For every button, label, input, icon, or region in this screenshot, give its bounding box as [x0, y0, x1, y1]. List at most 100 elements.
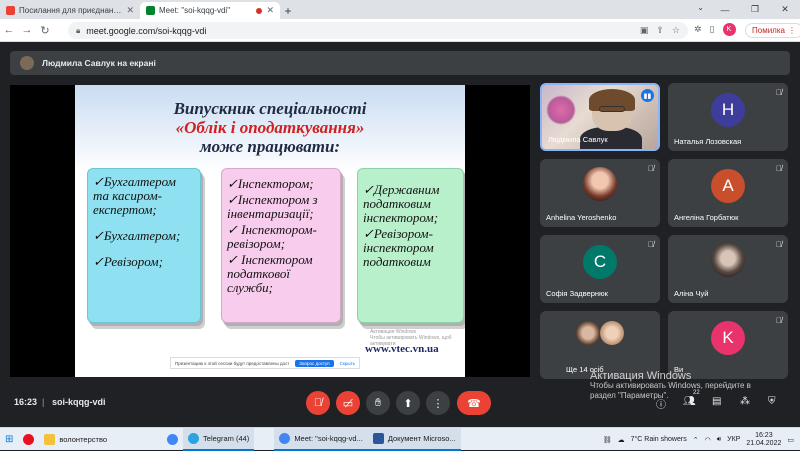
taskbar-telegram[interactable]: Telegram (44) — [183, 427, 255, 451]
participant-thumb — [576, 321, 600, 345]
card-item: ✓Державним податковим інспектором; — [363, 182, 440, 225]
camera-permission-icon[interactable]: ▣ — [640, 25, 649, 36]
network-share-icon[interactable]: ⛓ — [603, 436, 612, 444]
camera-toggle-button[interactable]: ▭̸ — [336, 391, 360, 415]
camera-off-icon: ▭̸ — [342, 397, 354, 410]
taskbar-chrome[interactable] — [162, 428, 183, 451]
participant-name: Софія Задвернюк — [546, 289, 608, 298]
participant-tile[interactable]: 🎙̸ А Ангеліна Горбатюк — [668, 159, 788, 227]
taskbar-label: Meet: "soi-kqqg-vd... — [294, 433, 363, 443]
forward-icon[interactable]: → — [18, 24, 36, 36]
back-icon[interactable]: ← — [0, 24, 18, 36]
lock-icon[interactable]: 🔒︎ — [76, 26, 80, 36]
minimize-icon[interactable]: — — [710, 0, 740, 19]
windows-activation-title: Активация Windows — [590, 370, 692, 382]
weather-text[interactable]: 7°C Rain showers — [631, 436, 687, 443]
language-indicator[interactable]: УКР — [727, 436, 740, 443]
browser-tab-1[interactable]: Посилання для приєднання до ... ✕ — [0, 2, 140, 19]
card-item: ✓Ревізором-інспектором податковим — [363, 226, 434, 269]
chat-icon[interactable]: ▤ — [712, 396, 721, 407]
participant-photo — [711, 243, 745, 277]
wifi-icon[interactable]: ◠ — [705, 436, 711, 444]
meet-icon — [146, 6, 155, 15]
close-icon[interactable]: ✕ — [126, 5, 134, 16]
opera-icon — [23, 433, 35, 445]
clock-date: 21.04.2022 — [746, 439, 782, 447]
tab-search-icon[interactable]: ⌄ — [697, 3, 704, 12]
participant-thumb — [600, 321, 624, 345]
gmail-icon — [6, 6, 15, 15]
taskbar-folder[interactable]: волонтерство — [39, 428, 112, 451]
profile-avatar[interactable]: K — [722, 23, 736, 36]
taskbar-word[interactable]: Документ Microso... — [367, 427, 461, 451]
host-controls-icon[interactable]: ⛨ — [768, 396, 776, 407]
participant-photo — [583, 167, 617, 201]
participant-avatar: А — [711, 169, 745, 203]
chrome-icon — [279, 432, 291, 444]
speaking-indicator-icon: ▮▮ — [641, 89, 654, 102]
participant-tile[interactable]: 🎙̸ Аліна Чуй — [668, 235, 788, 303]
participant-avatar: K — [711, 321, 745, 355]
word-icon — [372, 432, 384, 444]
info-icon[interactable]: ⓘ — [656, 396, 666, 411]
bookmark-star-icon[interactable]: ☆ — [672, 25, 680, 36]
self-tile[interactable]: 🎙̸ K Ви — [668, 311, 788, 379]
mic-off-icon: 🎙̸ — [776, 240, 782, 249]
card-item: ✓Інспектором з інвентаризації; — [227, 192, 318, 221]
meeting-code: soi-kqqg-vdi — [52, 397, 106, 407]
taskbar-label: волонтерство — [59, 434, 108, 444]
participants-count: 22 — [693, 390, 700, 396]
side-panel-icon[interactable]: ▯ — [710, 24, 715, 35]
mic-off-icon: 🎙̸ — [776, 88, 782, 97]
url-input[interactable]: 🔒︎ meet.google.com/soi-kqqg-vdi ▣ ⇪ ☆ — [68, 22, 688, 39]
extensions-area: ✲ ▯ K — [694, 23, 736, 36]
participant-tile[interactable]: 🎙̸ С Софія Задвернюк — [540, 235, 660, 303]
hide-link[interactable]: Скрыть — [340, 361, 355, 366]
maximize-icon[interactable]: ❐ — [740, 0, 770, 19]
participant-tile[interactable]: 🎙̸ Н Наталья Лозовская — [668, 83, 788, 151]
mic-off-icon: 🎙̸ — [648, 240, 654, 249]
new-tab-button[interactable]: + — [280, 2, 296, 19]
card-item: ✓Інспектором; — [227, 176, 314, 191]
tray-chevron-icon[interactable]: ⌃ — [693, 436, 699, 444]
request-access-button[interactable]: Запрос доступ — [295, 359, 334, 367]
presentation-slide: Випускник спеціальності «Облік і оподатк… — [75, 85, 465, 377]
taskbar-label: Telegram (44) — [203, 433, 250, 443]
more-participants-tile[interactable]: Ще 14 осіб — [540, 311, 660, 379]
access-bar-text: Презентацию к этой сессии будут предоста… — [175, 360, 289, 366]
more-options-button[interactable]: ⋮ — [426, 391, 450, 415]
close-window-icon[interactable]: ✕ — [770, 0, 800, 19]
share-icon[interactable]: ⇪ — [656, 25, 664, 36]
taskbar-label: Документ Microso... — [387, 433, 456, 443]
reload-icon[interactable]: ↻ — [36, 24, 54, 37]
people-icon[interactable]: 👥︎ — [683, 396, 696, 407]
volume-icon[interactable]: 🔊︎ — [717, 436, 721, 444]
taskbar-opera[interactable] — [18, 428, 39, 451]
windows-taskbar: ⊞ волонтерство Telegram (44) Meet: "soi-… — [0, 427, 800, 451]
slide-card-accountant: ✓Бухгалтером та касиром-експертом; ✓Бухг… — [87, 168, 201, 323]
participant-tile-presenter[interactable]: ▮▮ Людмила Савлук — [540, 83, 660, 151]
mic-toggle-button[interactable]: 🎙̸ — [306, 391, 330, 415]
error-button[interactable]: Помилка ⋮ — [745, 23, 800, 38]
presentation-stage[interactable]: Випускник спеціальності «Облік і оподатк… — [10, 85, 530, 377]
extensions-icon[interactable]: ✲ — [694, 24, 702, 35]
leave-call-button[interactable]: ☎︎ — [457, 391, 491, 415]
card-item: ✓ Інспектором податкової служби; — [227, 252, 313, 295]
participant-tile[interactable]: 🎙̸ Anhelina Yeroshenko — [540, 159, 660, 227]
notifications-icon[interactable]: ▭ — [787, 436, 794, 444]
present-button[interactable]: ⬆︎ — [396, 391, 420, 415]
window-controls: — ❐ ✕ — [710, 0, 800, 19]
taskbar-meet[interactable]: Meet: "soi-kqqg-vd... — [274, 427, 368, 451]
close-icon[interactable]: ✕ — [266, 5, 274, 16]
browser-tab-2[interactable]: Meet: "soi-kqqg-vdi" ✕ — [140, 2, 280, 19]
folder-icon — [44, 433, 56, 445]
slide-card-tax-inspector: ✓Державним податковим інспектором; ✓Реві… — [357, 168, 464, 323]
meeting-time: 16:23 — [14, 397, 38, 407]
raise-hand-button[interactable]: ✋︎ — [366, 391, 390, 415]
mic-off-icon: 🎙̸ — [648, 164, 654, 173]
slide-access-bar: Презентацию к этой сессии будут предоста… — [170, 357, 360, 369]
activities-icon[interactable]: ⁂ — [740, 396, 750, 407]
participant-avatar: С — [583, 245, 617, 279]
start-button[interactable]: ⊞ — [0, 428, 18, 451]
taskbar-clock[interactable]: 16:23 21.04.2022 — [746, 432, 781, 448]
